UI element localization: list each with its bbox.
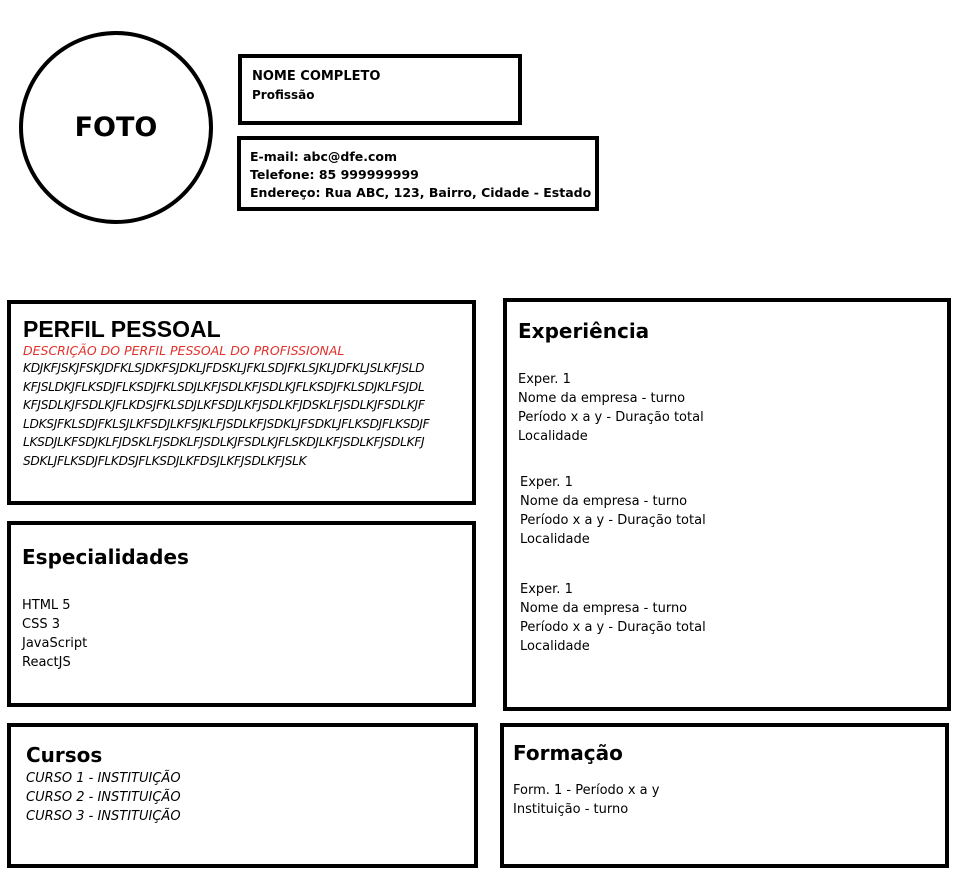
profile-line: SDKLJFLKSDJFLKDSJFLKSDJLKFDSJLKFJSDLKFJS…	[23, 453, 307, 468]
experience-label: Exper. 1	[520, 582, 573, 597]
skills-title: Especialidades	[22, 545, 189, 569]
experience-period: Período x a y - Duração total	[520, 513, 706, 528]
phone: Telefone: 85 999999999	[250, 167, 419, 182]
skill-item: CSS 3	[22, 617, 60, 632]
profession: Profissão	[252, 88, 315, 102]
education-line: Instituição - turno	[513, 802, 629, 817]
experience-title: Experiência	[518, 319, 650, 343]
education-section: Formação Form. 1 - Período x a y Institu…	[500, 723, 949, 868]
experience-entry: Exper. 1 Nome da empresa - turno Período…	[518, 473, 947, 549]
skills-section: Especialidades HTML 5 CSS 3 JavaScript R…	[7, 521, 476, 707]
full-name: NOME COMPLETO	[252, 69, 381, 84]
profile-description: KDJKFJSKJFSKJDFKLSJDKFSJDKLJFDSKLJFKLSDJ…	[23, 359, 472, 470]
name-box: NOME COMPLETO Profissão	[238, 54, 522, 125]
profile-line: KFJSDLKJFSDLKJFLKDSJFKLSDJLKFSDJLKFJSDLK…	[23, 398, 425, 412]
experience-location: Localidade	[520, 639, 590, 654]
photo-label: FOTO	[74, 112, 158, 143]
course-item: CURSO 2 - INSTITUIÇÃO	[26, 790, 181, 805]
skill-item: HTML 5	[22, 598, 71, 613]
experience-entry: Exper. 1 Nome da empresa - turno Período…	[518, 370, 947, 446]
education-line: Form. 1 - Período x a y	[513, 783, 660, 798]
profile-section: PERFIL PESSOAL DESCRIÇÃO DO PERFIL PESSO…	[7, 300, 476, 505]
skill-item: ReactJS	[22, 655, 71, 670]
course-item: CURSO 1 - INSTITUIÇÃO	[26, 771, 181, 786]
courses-title: Cursos	[26, 743, 103, 767]
email: E-mail: abc@dfe.com	[250, 149, 398, 164]
address: Endereço: Rua ABC, 123, Bairro, Cidade -…	[250, 185, 592, 200]
experience-period: Período x a y - Duração total	[520, 620, 706, 635]
courses-section: Cursos CURSO 1 - INSTITUIÇÃO CURSO 2 - I…	[7, 723, 478, 868]
experience-company: Nome da empresa - turno	[520, 601, 688, 616]
skills-list: HTML 5 CSS 3 JavaScript ReactJS	[22, 596, 472, 672]
photo-placeholder: FOTO	[19, 31, 213, 224]
experience-label: Exper. 1	[520, 475, 573, 490]
experience-location: Localidade	[518, 429, 588, 444]
education-title: Formação	[513, 741, 623, 765]
profile-title: PERFIL PESSOAL	[23, 316, 221, 342]
profile-line: LDKSJFKLSDJFKLSJLKFSDJLKFSJKLFJSDLKFJSDK…	[23, 416, 430, 431]
experience-location: Localidade	[520, 532, 590, 547]
experience-company: Nome da empresa - turno	[518, 391, 686, 406]
experience-section: Experiência Exper. 1 Nome da empresa - t…	[503, 298, 951, 711]
skill-item: JavaScript	[22, 636, 88, 651]
profile-line: KFJSLDKJFLKSDJFLKSDJFKLSDJLKFJSDLKFJSDLK…	[23, 379, 425, 394]
contact-box: E-mail: abc@dfe.com Telefone: 85 9999999…	[237, 136, 599, 211]
profile-line: LKSDJLKFSDJKLFJDSKLFJSDKLFJSDLKJFSDLKJFL…	[23, 435, 425, 449]
courses-list: CURSO 1 - INSTITUIÇÃO CURSO 2 - INSTITUI…	[26, 769, 474, 826]
experience-label: Exper. 1	[518, 372, 571, 387]
course-item: CURSO 3 - INSTITUIÇÃO	[26, 809, 181, 824]
education-entry: Form. 1 - Período x a y Instituição - tu…	[513, 781, 945, 819]
profile-line: KDJKFJSKJFSKJDFKLSJDKFSJDKLJFDSKLJFKLSDJ…	[23, 361, 425, 375]
experience-company: Nome da empresa - turno	[520, 494, 688, 509]
profile-subtitle: DESCRIÇÃO DO PERFIL PESSOAL DO PROFISSIO…	[23, 343, 345, 358]
experience-period: Período x a y - Duração total	[518, 410, 704, 425]
experience-entry: Exper. 1 Nome da empresa - turno Período…	[518, 580, 947, 656]
